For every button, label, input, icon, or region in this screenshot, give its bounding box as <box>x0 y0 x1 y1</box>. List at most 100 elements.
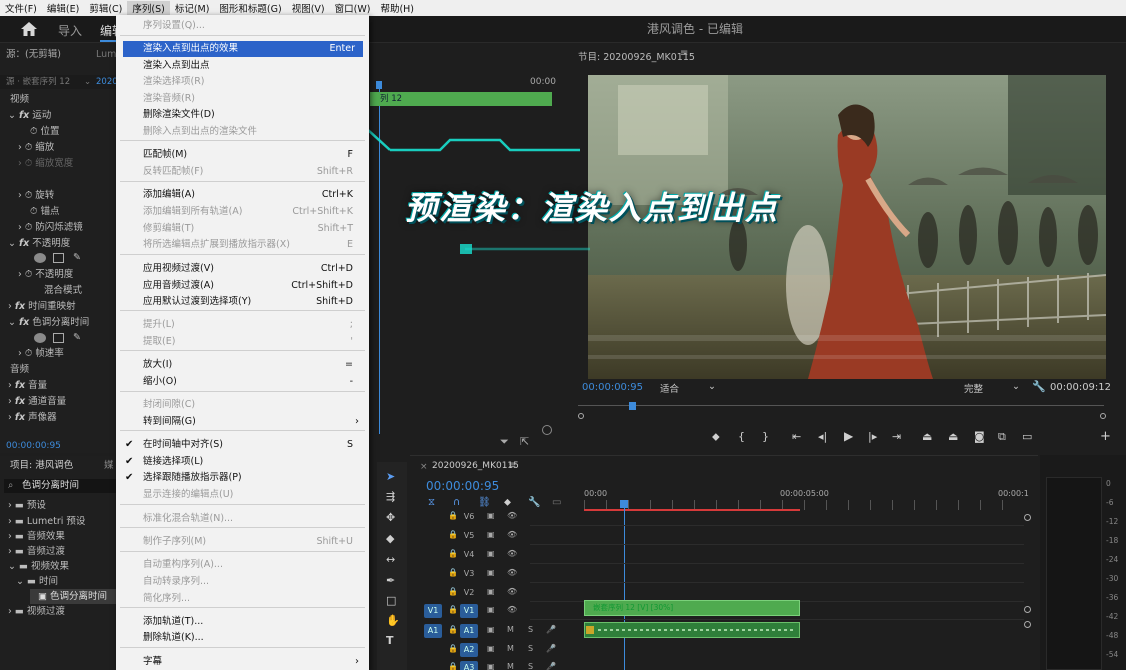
close-icon[interactable]: × <box>420 462 428 472</box>
tree-item-lumetri[interactable]: › ▬ Lumetri 预设 <box>8 514 85 529</box>
lock-icon[interactable]: 🔒 <box>448 549 458 558</box>
menu-marker[interactable]: 标记(M) <box>170 1 215 15</box>
film-icon[interactable]: ▣ <box>487 644 495 653</box>
chevron-right-icon[interactable]: › <box>8 396 12 407</box>
stopwatch-icon[interactable]: ⏱ <box>25 269 32 280</box>
menu-sequence[interactable]: 序列(S) <box>127 1 170 15</box>
lock-icon[interactable]: 🔒 <box>448 530 458 539</box>
tree-item-video-effects[interactable]: ⌄ ▬ 视频效果 <box>8 559 69 574</box>
frame-rate-row[interactable]: › ⏱ 帧速率 <box>18 346 64 361</box>
menu-item-13[interactable]: 应用视频过渡(V) Ctrl+D <box>116 261 369 277</box>
mark-in-icon[interactable]: { <box>738 430 745 443</box>
chevron-right-icon[interactable]: › <box>8 301 12 312</box>
camera-icon[interactable]: ◙ <box>974 430 985 443</box>
mark-out-icon[interactable]: } <box>762 430 769 443</box>
track-target[interactable]: A2 <box>460 643 478 657</box>
chevron-right-icon[interactable]: › <box>8 380 12 391</box>
menu-item-22[interactable]: ✔ 在时间轴中对齐(S) S <box>116 437 369 453</box>
comparison-icon[interactable]: ⧉ <box>998 430 1006 444</box>
eye-icon[interactable]: 👁 <box>507 605 517 614</box>
film-icon[interactable]: ▣ <box>487 568 495 577</box>
chevron-down-icon[interactable]: ⌄ <box>84 75 91 90</box>
v-scroll-top[interactable] <box>1024 514 1031 521</box>
ellipse-mask-icon[interactable] <box>34 253 46 263</box>
menu-item-19[interactable]: 缩小(O) - <box>116 374 369 390</box>
mute-icon[interactable]: M <box>507 662 514 670</box>
menu-item-32[interactable]: 删除轨道(K)... <box>116 630 369 646</box>
hamburger-icon[interactable]: ≡ <box>508 460 516 471</box>
chevron-right-icon[interactable]: › <box>18 222 22 233</box>
eye-icon[interactable]: 👁 <box>507 568 517 577</box>
pen-icon[interactable]: ✒ <box>386 574 395 587</box>
lock-icon[interactable]: 🔒 <box>448 605 458 614</box>
search-input[interactable]: 色调分离时间 <box>22 478 79 493</box>
chevron-right-icon[interactable]: › <box>18 269 22 280</box>
film-icon[interactable]: ▣ <box>487 530 495 539</box>
fit-dropdown[interactable]: 适合 ⌄ <box>660 381 718 395</box>
captions-icon[interactable]: ▭ <box>552 497 561 508</box>
scroll-handle-right[interactable] <box>1100 413 1106 419</box>
solo-icon[interactable]: S <box>528 625 533 634</box>
hand-icon[interactable]: ✋ <box>386 614 400 627</box>
chevron-right-icon[interactable]: › <box>8 412 12 423</box>
source-patch-v[interactable]: V1 <box>424 604 442 618</box>
lock-icon[interactable]: 🔒 <box>448 568 458 577</box>
lift-icon[interactable]: ⏏ <box>922 430 932 443</box>
color-sep-row[interactable]: ⌄ fx 色调分离时间 <box>8 315 89 330</box>
vr-icon[interactable]: ▭ <box>1022 430 1032 443</box>
track-target[interactable]: V5 <box>460 529 478 543</box>
chevron-right-icon[interactable]: › <box>18 142 22 153</box>
v-scroll-bottom[interactable] <box>1024 606 1031 613</box>
razor-icon[interactable]: ◆ <box>386 532 394 545</box>
play-icon[interactable]: ▶ <box>844 429 853 443</box>
opacity-prop-row[interactable]: › ⏱ 不透明度 <box>18 267 73 282</box>
chevron-down-icon[interactable]: ⌄ <box>8 110 16 121</box>
menu-item-14[interactable]: 应用音频过渡(A) Ctrl+Shift+D <box>116 278 369 294</box>
film-icon[interactable]: ▣ <box>487 549 495 558</box>
rotation-row[interactable]: › ⏱ 旋转 <box>18 188 54 203</box>
quality-dropdown[interactable]: 完整 ⌄ <box>964 381 1022 395</box>
program-playhead[interactable] <box>629 402 636 410</box>
stopwatch-icon[interactable]: ⏱ <box>25 190 32 201</box>
settings-wrench-icon[interactable]: 🔧 <box>528 497 540 508</box>
marker-icon[interactable]: ⬥ <box>712 430 720 444</box>
extract-icon[interactable]: ⏏ <box>948 430 958 443</box>
source-patch-a[interactable]: A1 <box>424 624 442 638</box>
menu-file[interactable]: 文件(F) <box>0 1 42 15</box>
slip-icon[interactable]: ↔ <box>386 553 395 566</box>
lock-icon[interactable]: 🔒 <box>448 662 458 670</box>
menu-help[interactable]: 帮助(H) <box>375 1 419 15</box>
rect-mask-icon[interactable] <box>53 253 64 263</box>
menu-item-15[interactable]: 应用默认过渡到选择项(Y) Shift+D <box>116 294 369 310</box>
mic-icon[interactable]: 🎤 <box>546 644 556 653</box>
step-forward-icon[interactable]: |▸ <box>868 430 877 443</box>
tree-item-audio-effects[interactable]: › ▬ 音频效果 <box>8 529 65 544</box>
track-target[interactable]: V3 <box>460 567 478 581</box>
film-icon[interactable]: ▣ <box>487 662 495 670</box>
video-clip[interactable]: 嵌套序列 12 [V] [30%] <box>584 600 800 616</box>
film-icon[interactable]: ▣ <box>487 587 495 596</box>
mic-icon[interactable]: 🎤 <box>546 625 556 634</box>
tree-item-audio-transitions[interactable]: › ▬ 音频过渡 <box>8 544 65 559</box>
eye-icon[interactable]: 👁 <box>507 511 517 520</box>
add-button-icon[interactable]: + <box>1100 429 1111 444</box>
position-row[interactable]: ⏱ 位置 <box>30 124 59 139</box>
chevron-down-icon[interactable]: ⌄ <box>8 317 16 328</box>
home-icon[interactable] <box>20 21 38 37</box>
tree-item-time[interactable]: ⌄ ▬ 时间 <box>16 574 58 589</box>
menu-graphics[interactable]: 图形和标题(G) <box>214 1 286 15</box>
add-marker-icon[interactable]: ⬥ <box>504 497 511 508</box>
solo-icon[interactable]: S <box>528 644 533 653</box>
track-select-icon[interactable]: ⇶ <box>386 490 395 503</box>
wrench-icon[interactable]: 🔧 <box>1032 380 1046 393</box>
program-scrubber[interactable] <box>578 405 1104 406</box>
ec-timecode[interactable]: 00:00:00:95 <box>6 439 61 454</box>
track-target[interactable]: V4 <box>460 548 478 562</box>
ellipse-mask-icon[interactable] <box>34 333 46 343</box>
tab-import[interactable]: 导入 <box>58 22 82 39</box>
pen-mask-icon[interactable]: ✎ <box>73 330 81 345</box>
lock-icon[interactable]: 🔒 <box>448 587 458 596</box>
track-target[interactable]: A1 <box>460 624 478 638</box>
funnel-icon[interactable]: ⏷ <box>500 435 509 449</box>
chevron-right-icon[interactable]: › <box>18 190 22 201</box>
